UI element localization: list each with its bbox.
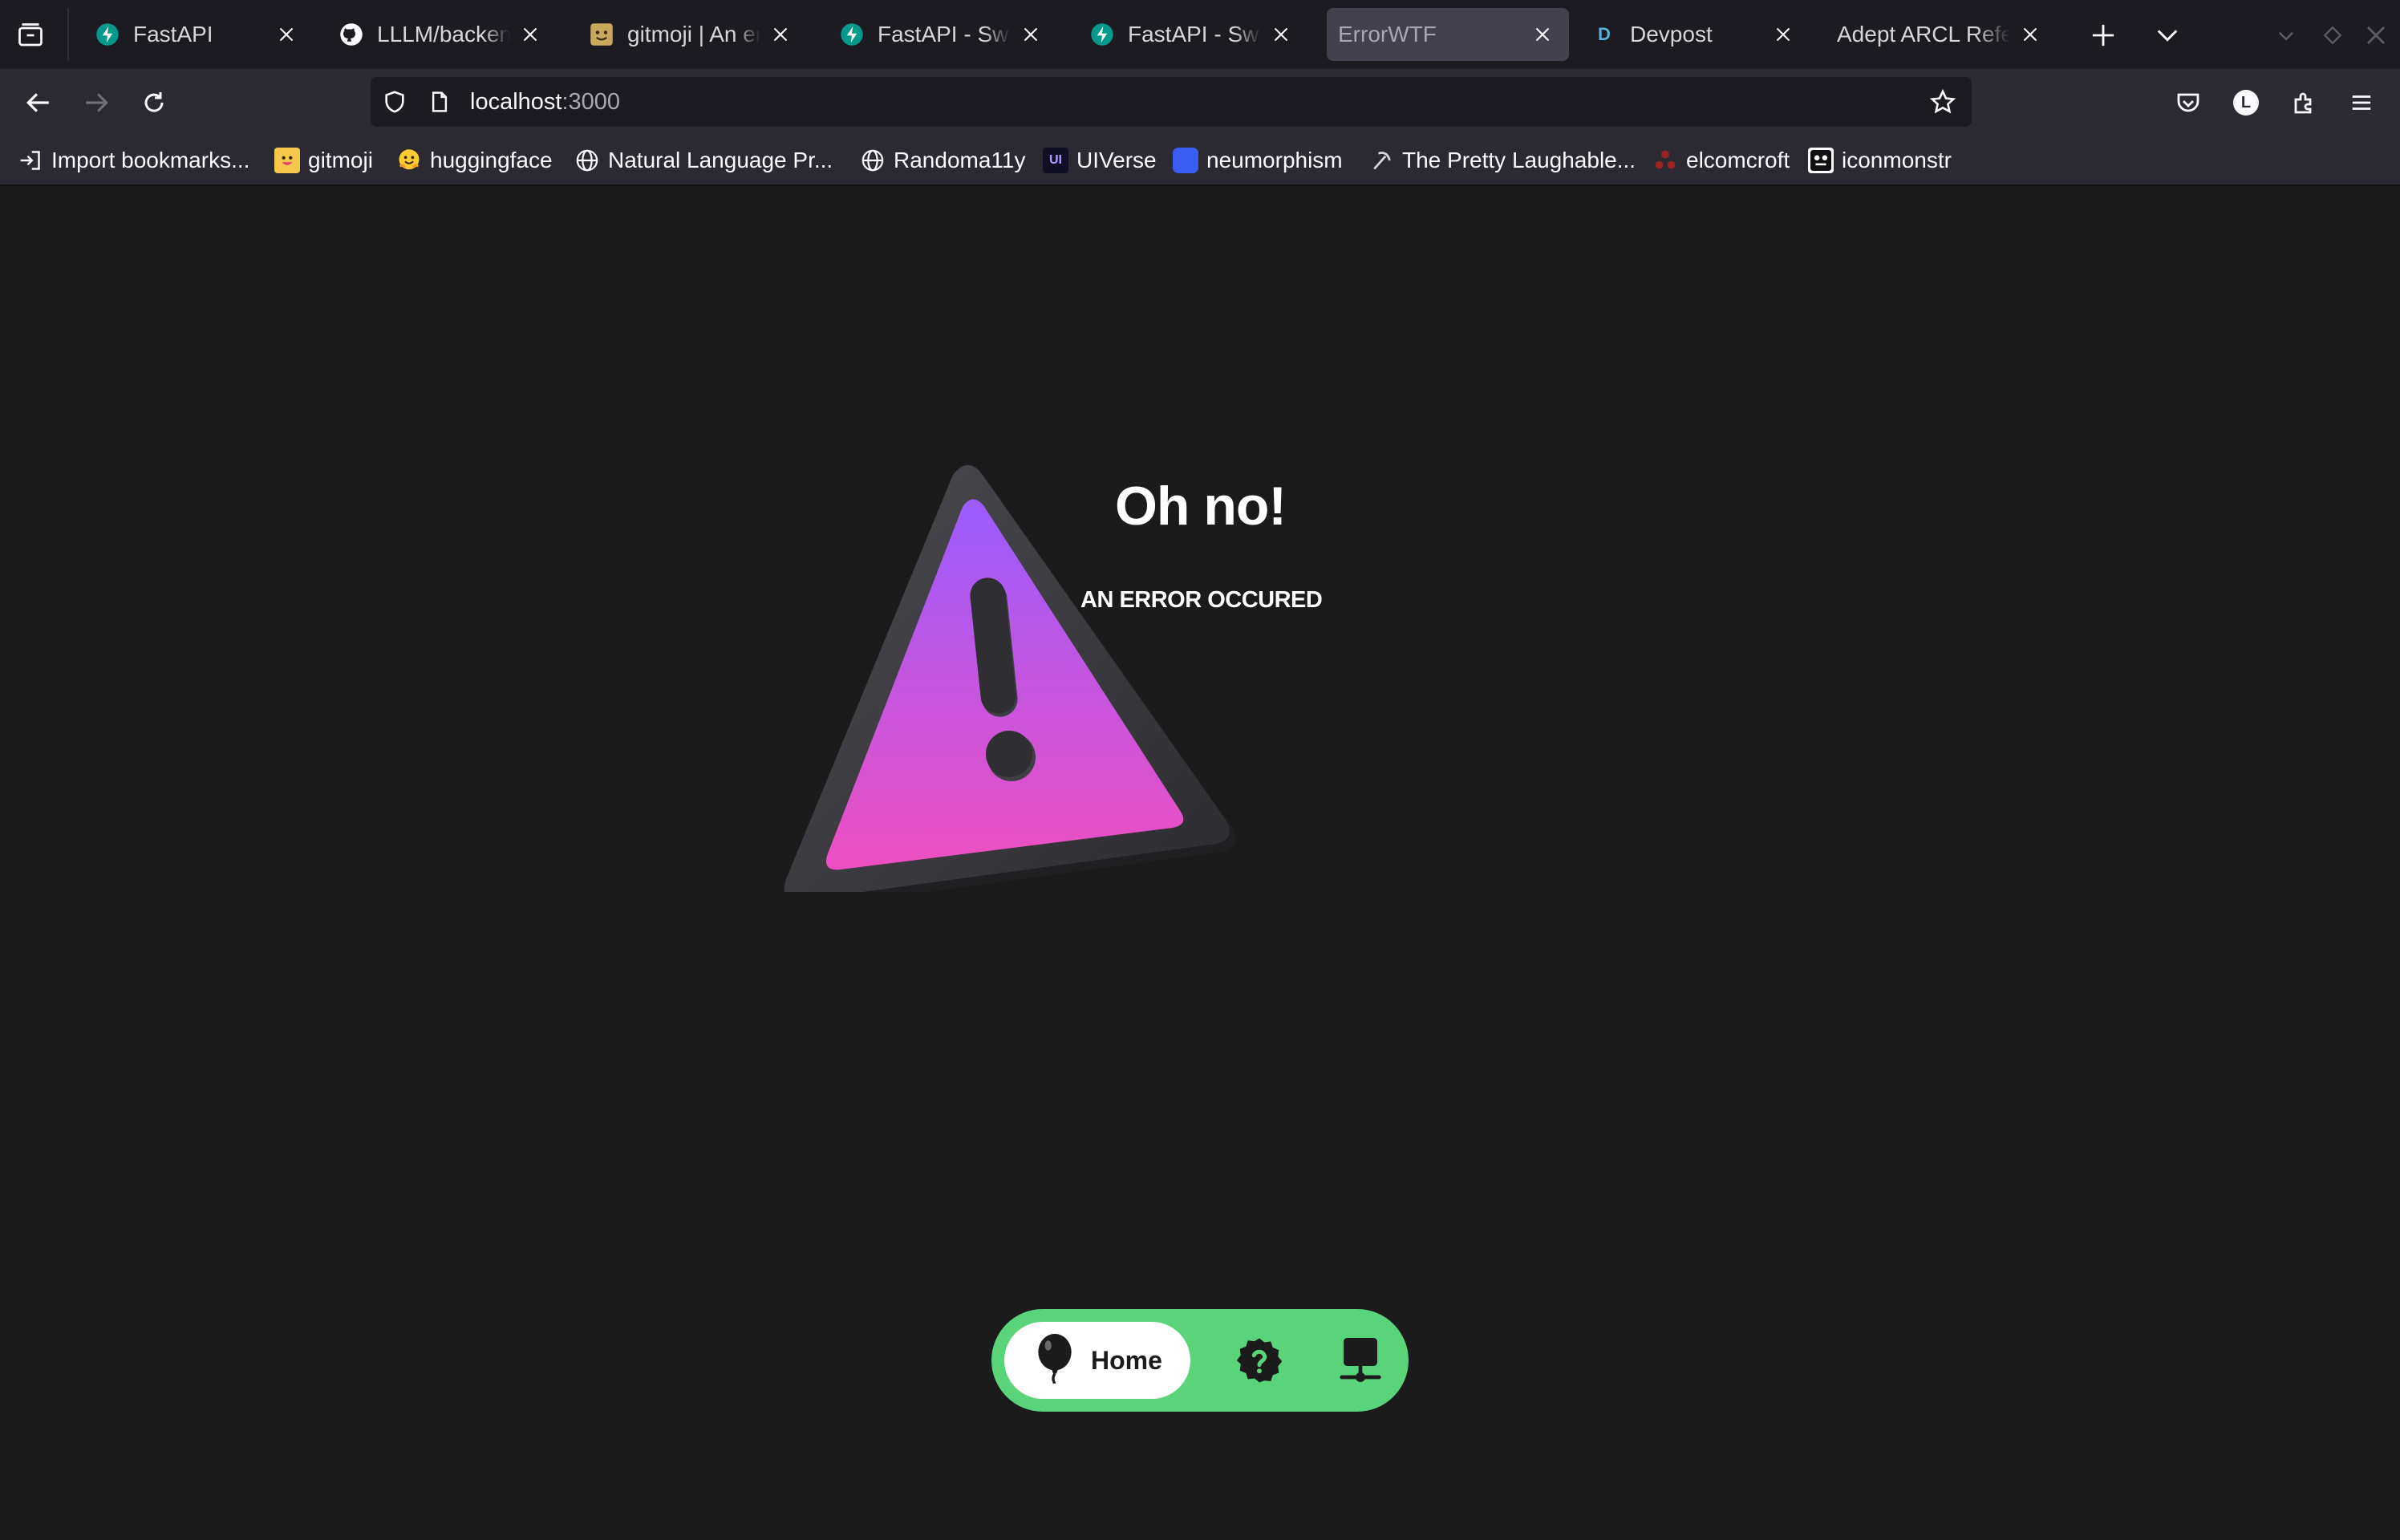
close-tab-icon[interactable] (1771, 22, 1795, 47)
bookmark-neumorphism[interactable]: neumorphism (1173, 143, 1343, 178)
shield-icon[interactable] (382, 89, 407, 115)
tab-swagger-1[interactable]: FastAPI - Swagger UI (825, 8, 1057, 61)
bookmark-label: Randoma11y (894, 148, 1026, 172)
bookmark-label: Natural Language Pr... (608, 148, 833, 172)
bookmark-natural-language[interactable]: Natural Language Pr... (574, 143, 833, 178)
bookmark-label: gitmoji (308, 148, 373, 172)
home-label: Home (1091, 1345, 1162, 1375)
bottom-navigation: Home (991, 1309, 1409, 1412)
gitmoji-icon (274, 148, 300, 173)
bookmark-huggingface[interactable]: huggingface (396, 143, 553, 178)
bookmark-label: elcomcroft (1686, 148, 1790, 172)
account-avatar[interactable]: L (2227, 83, 2265, 122)
elcomcroft-icon (1652, 148, 1678, 173)
uiverse-icon: UI (1043, 148, 1068, 173)
bookmark-star-icon[interactable] (1930, 89, 1956, 115)
iconmonstr-icon (1808, 148, 1834, 173)
fastapi-icon (839, 22, 865, 47)
forward-arrow-icon[interactable] (77, 83, 116, 122)
close-tab-icon[interactable] (768, 22, 793, 47)
bookmark-import[interactable]: Import bookmarks... (18, 143, 249, 178)
tab-errorwtf[interactable]: ErrorWTF (1327, 8, 1569, 61)
close-tab-icon[interactable] (1269, 22, 1293, 47)
url-bar[interactable]: localhost:3000 (371, 77, 1972, 127)
page-content: Oh no! AN ERROR OCCURED Home (0, 186, 2400, 1540)
url-host: localhost (470, 89, 562, 115)
page-icon[interactable] (427, 89, 452, 115)
tab-fastapi[interactable]: FastAPI (80, 8, 313, 61)
github-icon (339, 22, 364, 47)
tab-overflow-chevron-icon[interactable] (2150, 18, 2185, 53)
fastapi-icon (95, 22, 120, 47)
tab-title: FastAPI - Swagger UI (878, 22, 1011, 47)
page-title: Oh no! (1115, 476, 1287, 537)
extensions-icon[interactable] (2284, 83, 2323, 122)
close-tab-icon[interactable] (1530, 22, 1555, 47)
uiverse-letters: UI (1049, 153, 1062, 167)
devpost-letter: D (1598, 24, 1611, 44)
maximize-window-icon[interactable] (2315, 18, 2350, 53)
new-tab-icon[interactable] (2086, 18, 2121, 53)
bookmark-iconmonstr[interactable]: iconmonstr (1808, 143, 1952, 178)
minimize-window-icon[interactable] (2268, 18, 2304, 53)
tab-github[interactable]: LLLM/backend at main (324, 8, 557, 61)
pickaxe-icon (1368, 148, 1394, 173)
network-monitor-icon[interactable] (1333, 1333, 1388, 1388)
tab-title: FastAPI - Swagger UI (1128, 22, 1261, 47)
tab-adept-arcl[interactable]: Adept ARCL Reference (1824, 8, 2057, 61)
avatar-initial: L (2233, 90, 2259, 116)
bookmark-randoma11y[interactable]: Randoma11y (860, 143, 1025, 178)
huggingface-icon (396, 148, 422, 173)
tab-title: Adept ARCL Reference (1837, 22, 2010, 47)
bookmarks-toolbar: Import bookmarks... gitmoji huggingface … (0, 135, 2400, 186)
import-icon (18, 148, 43, 173)
tab-title: ErrorWTF (1338, 22, 1437, 47)
globe-icon (860, 148, 886, 173)
pocket-icon[interactable] (2169, 83, 2207, 122)
tab-title: gitmoji | An emoji guide (627, 22, 760, 47)
bookmark-label: neumorphism (1206, 148, 1343, 172)
bookmark-gitmoji[interactable]: gitmoji (274, 143, 373, 178)
balloon-icon (1035, 1333, 1075, 1388)
hamburger-menu-icon[interactable] (2342, 83, 2381, 122)
help-badge-icon[interactable] (1232, 1333, 1287, 1388)
url-text[interactable]: localhost:3000 (470, 77, 620, 127)
bookmark-label: UIVerse (1076, 148, 1157, 172)
fastapi-icon (1089, 22, 1115, 47)
bookmark-label: Import bookmarks... (51, 148, 250, 172)
neumorphism-icon (1173, 148, 1198, 173)
bookmark-elcomcroft[interactable]: elcomcroft (1652, 143, 1790, 178)
bookmark-label: iconmonstr (1842, 148, 1952, 172)
globe-icon (574, 148, 600, 173)
tab-devpost[interactable]: D Devpost (1577, 8, 1810, 61)
gitmoji-icon (589, 22, 614, 47)
reload-icon[interactable] (135, 83, 173, 122)
bookmark-label: huggingface (430, 148, 553, 172)
tab-strip: FastAPI LLLM/backend at main gitmoji | A… (0, 0, 2400, 69)
url-port: :3000 (561, 89, 621, 115)
close-tab-icon[interactable] (274, 22, 298, 47)
tab-title: LLLM/backend at main (377, 22, 510, 47)
close-window-icon[interactable] (2358, 18, 2394, 53)
bookmark-uiverse[interactable]: UI UIVerse (1043, 143, 1157, 178)
close-tab-icon[interactable] (1019, 22, 1043, 47)
close-tab-icon[interactable] (518, 22, 542, 47)
error-subtitle: AN ERROR OCCURED (1080, 587, 1323, 613)
navigation-toolbar: localhost:3000 L (0, 69, 2400, 135)
back-arrow-icon[interactable] (19, 83, 58, 122)
tab-swagger-2[interactable]: FastAPI - Swagger UI (1075, 8, 1307, 61)
bookmark-pretty-laughable[interactable]: The Pretty Laughable... (1368, 143, 1636, 178)
bookmark-label: The Pretty Laughable... (1402, 148, 1636, 172)
tab-strip-divider (67, 8, 69, 61)
devpost-icon: D (1591, 22, 1617, 47)
close-tab-icon[interactable] (2018, 22, 2042, 47)
list-all-tabs-icon[interactable] (14, 19, 47, 51)
tab-gitmoji[interactable]: gitmoji | An emoji guide (574, 8, 807, 61)
tab-title: Devpost (1630, 22, 1713, 47)
tab-title: FastAPI (133, 22, 213, 47)
home-button[interactable]: Home (1004, 1322, 1190, 1399)
